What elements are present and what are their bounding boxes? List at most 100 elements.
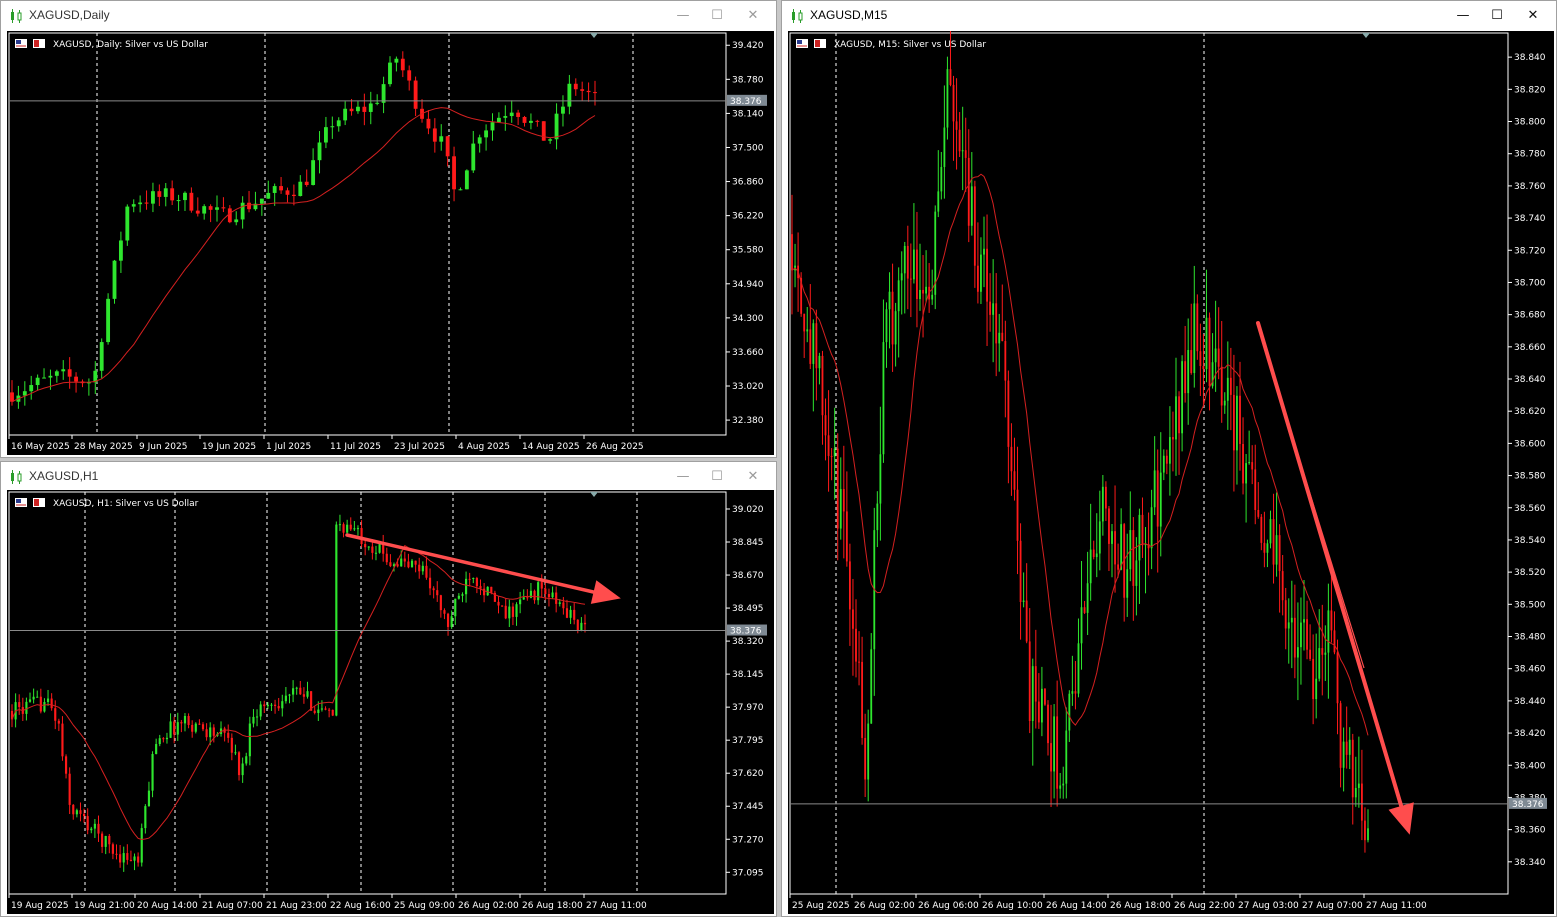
y-tick-label: 39.020 <box>732 505 764 515</box>
candle-body <box>93 823 96 829</box>
candle-body <box>537 582 540 601</box>
candle-body <box>57 720 60 724</box>
candle-body <box>576 619 579 631</box>
candle-body <box>511 606 515 617</box>
candle-body <box>1062 783 1065 786</box>
candle-body <box>912 249 915 280</box>
candle-body <box>867 723 870 780</box>
candle-body <box>852 609 854 629</box>
candle-body <box>1303 619 1305 623</box>
candle-body <box>1050 743 1052 772</box>
plot-frame <box>8 491 727 895</box>
candle-body <box>450 616 453 627</box>
candle-body <box>137 856 140 863</box>
close-button[interactable]: ✕ <box>744 468 762 486</box>
candle-body <box>288 694 291 696</box>
candle-body <box>425 565 428 578</box>
candle-body <box>1254 469 1257 510</box>
candle-body <box>353 528 356 530</box>
y-tick-label: 38.660 <box>1514 343 1546 353</box>
y-tick-label: 37.970 <box>732 703 764 713</box>
y-tick-label: 38.800 <box>1514 118 1546 128</box>
y-tick-label: 33.660 <box>732 348 764 358</box>
window-title: XAGUSD,Daily <box>29 8 110 22</box>
candle-body <box>183 716 187 724</box>
minimize-button[interactable]: — <box>674 7 692 25</box>
candle-body <box>292 688 295 695</box>
candle-body <box>1333 630 1336 653</box>
minimize-button[interactable]: — <box>674 468 692 486</box>
plot-frame <box>8 32 727 436</box>
chart-m15[interactable]: XAGUSD, M15: Silver vs US Dollar 38.840 38… <box>788 31 1554 914</box>
candle-body <box>215 207 219 210</box>
window-titlebar[interactable]: XAGUSD,Daily — ☐ ✕ <box>1 1 776 31</box>
candle-body <box>937 191 940 212</box>
candle-body <box>118 240 123 261</box>
x-tick-label: 11 Jul 2025 <box>330 442 381 452</box>
candle-body <box>209 727 212 738</box>
candle-body <box>112 260 117 299</box>
candle-body <box>273 704 277 706</box>
candle-body <box>133 856 136 861</box>
candle-body <box>812 323 815 364</box>
y-tick-label: 38.760 <box>1514 182 1546 192</box>
candle-body <box>1065 730 1068 784</box>
candle-body <box>90 828 93 831</box>
maximize-button[interactable]: ☐ <box>1488 7 1506 25</box>
candle-body <box>1345 741 1348 755</box>
candle-body <box>454 598 457 617</box>
candle-body <box>1290 617 1293 623</box>
candle-body <box>400 58 405 71</box>
candle-body <box>1162 455 1165 473</box>
minimize-button[interactable]: — <box>1454 7 1472 25</box>
candle-body <box>67 369 72 377</box>
candle-body <box>1108 508 1110 544</box>
shift-marker-icon <box>590 33 598 38</box>
shift-marker-icon <box>590 492 598 497</box>
chart-daily[interactable]: XAGUSD, Daily: Silver vs US Dollar 39.420… <box>7 31 774 455</box>
candle-body <box>421 565 424 572</box>
candle-body <box>255 716 259 718</box>
close-button[interactable]: ✕ <box>1524 7 1542 25</box>
candle-body <box>1306 619 1308 650</box>
chart-h1[interactable]: XAGUSD, H1: Silver vs US Dollar 39.020 38.… <box>7 490 774 914</box>
candle-body <box>360 528 363 545</box>
candle-body <box>48 375 53 378</box>
y-tick-label: 32.380 <box>732 416 764 426</box>
y-tick-label: 38.700 <box>1514 278 1546 288</box>
candle-body <box>885 309 888 343</box>
candle-body <box>897 280 900 312</box>
window-titlebar[interactable]: XAGUSD,M15 — ☐ ✕ <box>782 1 1556 31</box>
candle-body <box>593 92 597 94</box>
candle-body <box>414 560 417 565</box>
candle-body <box>818 355 821 369</box>
y-tick-label: 38.580 <box>1514 472 1546 482</box>
candle-body <box>1047 704 1049 744</box>
candle-body <box>1226 377 1229 401</box>
candle-body <box>1104 486 1107 509</box>
candle-body <box>989 301 992 315</box>
window-h1[interactable]: XAGUSD,H1 — ☐ ✕ XAGUSD, H1: Silver vs US… <box>0 461 777 917</box>
window-daily[interactable]: XAGUSD,Daily — ☐ ✕ XAGUSD, Daily: Silver… <box>0 0 777 458</box>
candle-body <box>201 724 205 730</box>
candle-body <box>548 139 553 141</box>
candle-body <box>836 448 839 529</box>
candle-body <box>324 708 327 710</box>
close-button[interactable]: ✕ <box>744 7 762 25</box>
candle-body <box>973 186 976 266</box>
window-titlebar[interactable]: XAGUSD,H1 — ☐ ✕ <box>1 462 776 492</box>
candle-body <box>1336 652 1339 704</box>
candle-body <box>876 503 879 531</box>
candle-body <box>371 546 374 553</box>
candle-body <box>522 597 525 600</box>
maximize-button[interactable]: ☐ <box>708 468 726 486</box>
candle-body <box>946 69 949 128</box>
candle-body <box>317 142 322 161</box>
candle-body <box>86 816 89 831</box>
window-m15[interactable]: XAGUSD,M15 — ☐ ✕ XAGUSD, M15: Silver vs … <box>781 0 1557 917</box>
chart-header: XAGUSD, Daily: Silver vs US Dollar <box>15 39 208 50</box>
x-tick-label: 26 Aug 06:00 <box>918 901 979 911</box>
candle-body <box>468 578 471 580</box>
maximize-button[interactable]: ☐ <box>708 7 726 25</box>
candle-body <box>583 622 587 625</box>
